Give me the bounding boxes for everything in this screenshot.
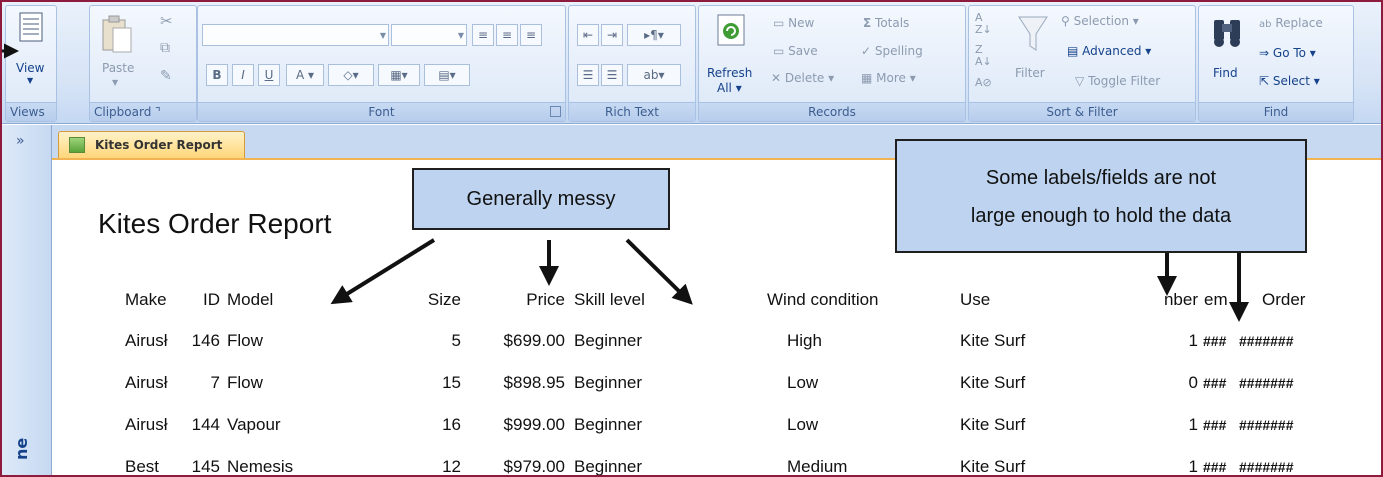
arrow-messy-left [330, 238, 436, 305]
access-window: View ▼ Views Paste ▼ ✂ ⧉ ✎ Clipboard ⌝ ▼… [0, 0, 1383, 477]
arrow-messy-right [625, 238, 693, 305]
annotation-arrows [2, 43, 1249, 322]
